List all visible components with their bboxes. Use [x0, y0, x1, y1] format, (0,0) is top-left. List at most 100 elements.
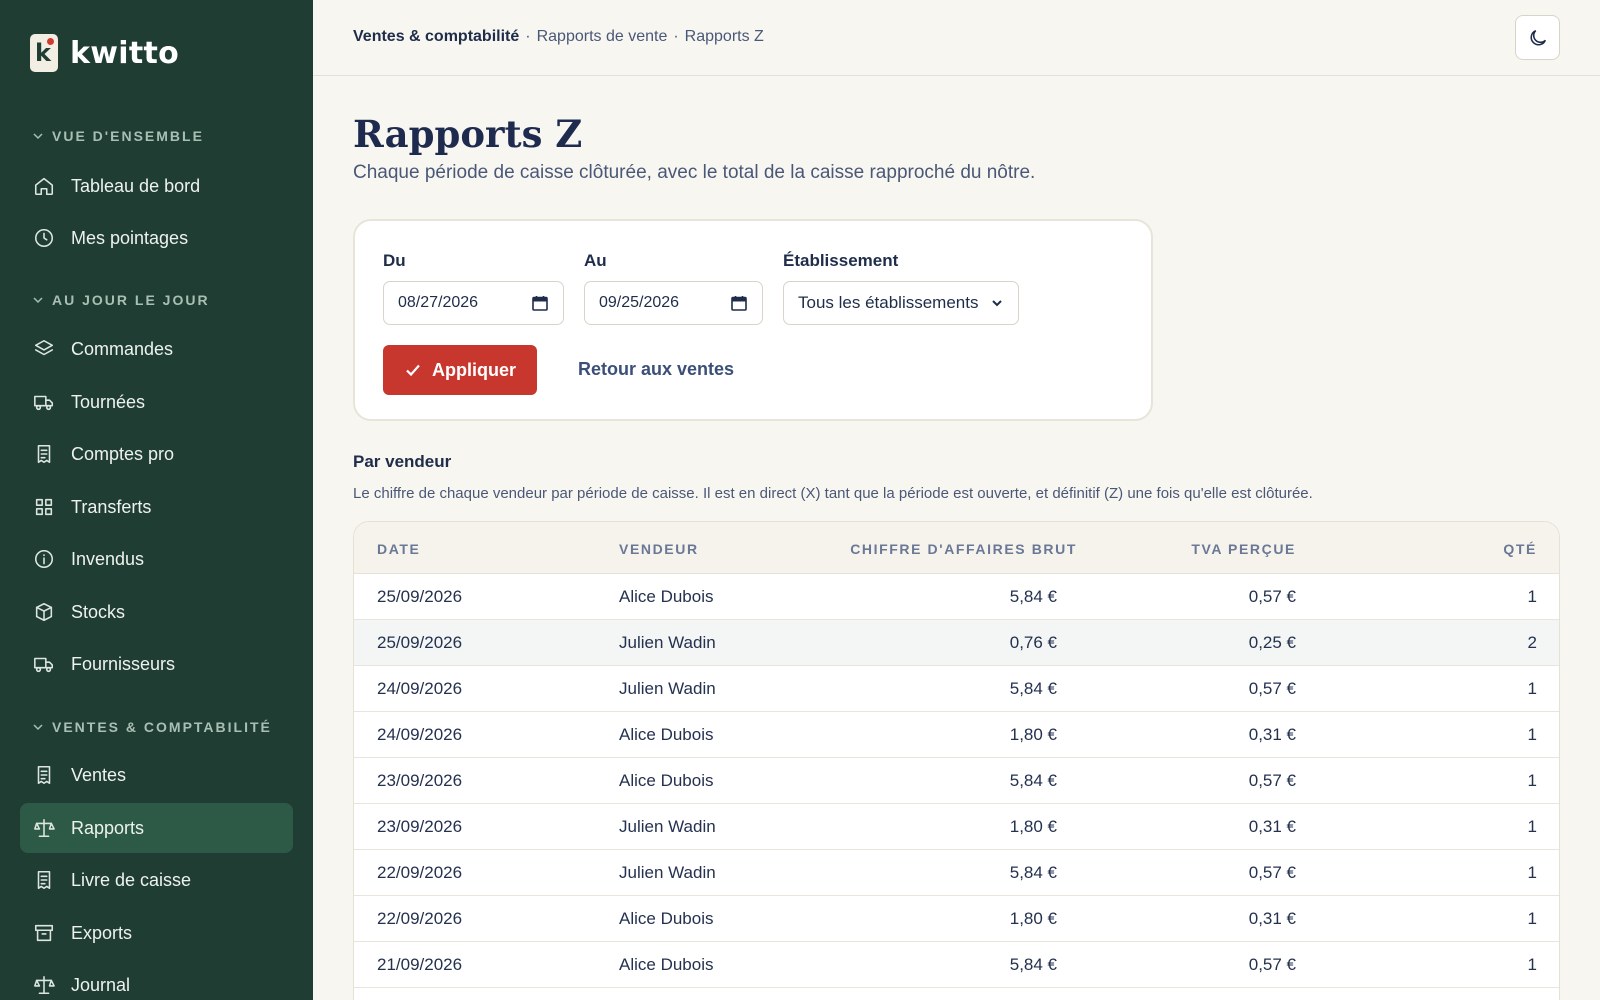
brand-logo[interactable]: k kwitto — [30, 34, 179, 72]
site-select[interactable]: Tous les établissements — [783, 281, 1019, 325]
cell-qty: 1 — [1527, 909, 1537, 928]
sidebar-item-label: Stocks — [71, 601, 126, 622]
cell-date: 23/09/2026 — [377, 771, 463, 790]
column-header-vat[interactable]: TVA PERÇUE — [1191, 541, 1296, 557]
chevron-down-icon — [33, 133, 43, 140]
cell-qty: 1 — [1527, 587, 1537, 606]
sidebar-item-invendus[interactable]: Invendus — [20, 534, 293, 584]
moon-icon — [1529, 29, 1546, 46]
cell-qty: 1 — [1527, 863, 1537, 882]
from-label: Du — [383, 251, 406, 270]
cell-date: 24/09/2026 — [377, 725, 463, 744]
cell-seller: Julien Wadin — [619, 817, 716, 836]
sidebar-item-tableau-de-bord[interactable]: Tableau de bord — [20, 161, 293, 211]
cell-vat: 0,25 € — [1248, 633, 1296, 652]
sidebar-item-transferts[interactable]: Transferts — [20, 482, 293, 532]
section-label: AU JOUR LE JOUR — [52, 292, 210, 308]
cell-seller: Alice Dubois — [619, 955, 714, 974]
sidebar-item-label: Comptes pro — [71, 443, 175, 464]
site-label: Établissement — [783, 251, 899, 270]
section-description: Le chiffre de chaque vendeur par période… — [353, 485, 1313, 502]
grid-icon — [35, 498, 53, 516]
table-header: DATE VENDEUR CHIFFRE D'AFFAIRES BRUT TVA… — [354, 522, 1559, 574]
sidebar-item-label: Commandes — [71, 338, 174, 359]
cell-gross: 5,84 € — [1009, 955, 1057, 974]
info-icon — [34, 549, 54, 569]
cell-seller: Julien Wadin — [619, 863, 716, 882]
sidebar-item-exports[interactable]: Exports — [20, 908, 293, 958]
back-to-sales-link[interactable]: Retour aux ventes — [578, 359, 734, 380]
column-header-date[interactable]: DATE — [377, 541, 420, 557]
chevron-down-icon — [33, 724, 43, 731]
home-icon — [34, 177, 54, 196]
sidebar-item-journal[interactable]: Journal — [20, 960, 293, 1000]
sidebar-item-label: Invendus — [71, 548, 145, 569]
section-au-jour-le-jour[interactable]: AU JOUR LE JOUR — [32, 292, 210, 308]
box-icon — [35, 602, 53, 622]
column-header-seller[interactable]: VENDEUR — [619, 541, 699, 557]
table-row[interactable]: 25/09/2026 Julien Wadin 0,76 € 0,25 € 2 — [354, 620, 1559, 666]
topbar: Ventes & comptabilité · Rapports de vent… — [313, 0, 1600, 76]
section-label: VUE D'ENSEMBLE — [52, 128, 204, 144]
sidebar-item-label: Fournisseurs — [71, 653, 176, 674]
cell-qty: 1 — [1527, 679, 1537, 698]
section-vue-ensemble[interactable]: VUE D'ENSEMBLE — [32, 128, 204, 144]
table-row[interactable]: 23/09/2026 Julien Wadin 1,80 € 0,31 € 1 — [354, 804, 1559, 850]
cell-seller: Alice Dubois — [619, 725, 714, 744]
breadcrumb-item[interactable]: Rapports de vente — [537, 28, 668, 46]
cell-vat: 0,57 € — [1248, 863, 1296, 882]
table-row[interactable]: 22/09/2026 Alice Dubois 1,80 € 0,31 € 1 — [354, 896, 1559, 942]
sidebar-item-label: Rapports — [71, 817, 145, 838]
sidebar-item-label: Livre de caisse — [71, 869, 192, 890]
sidebar-item-comptes-pro[interactable]: Comptes pro — [20, 429, 293, 479]
sidebar-item-mes-pointages[interactable]: Mes pointages — [20, 213, 293, 263]
sidebar-item-livre-de-caisse[interactable]: Livre de caisse — [20, 855, 293, 905]
breadcrumb-item-current: Rapports Z — [684, 28, 764, 45]
column-header-gross[interactable]: CHIFFRE D'AFFAIRES BRUT — [850, 541, 1077, 557]
sidebar-item-ventes[interactable]: Ventes — [20, 750, 293, 800]
cell-date: 24/09/2026 — [377, 679, 463, 698]
table-row[interactable]: 22/09/2026 Julien Wadin 5,84 € 0,57 € 1 — [354, 850, 1559, 896]
table-row[interactable]: 24/09/2026 Alice Dubois 1,80 € 0,31 € 1 — [354, 712, 1559, 758]
cell-gross: 5,84 € — [1009, 863, 1057, 882]
logo-mark-icon: k — [30, 34, 58, 72]
archive-icon — [34, 924, 54, 942]
breadcrumb-separator: · — [525, 28, 531, 45]
to-date-input[interactable]: 09/25/2026 — [584, 281, 763, 325]
cell-date: 23/09/2026 — [377, 817, 463, 836]
scale-icon — [34, 818, 55, 838]
sidebar-item-rapports[interactable]: Rapports — [20, 803, 293, 853]
sidebar-item-label: Mes pointages — [71, 227, 189, 248]
truck-icon — [34, 657, 54, 673]
from-date-input[interactable]: 08/27/2026 — [383, 281, 564, 325]
section-ventes-comptabilite[interactable]: VENTES & COMPTABILITÉ — [32, 719, 272, 735]
check-icon — [406, 364, 420, 377]
cell-date: 21/09/2026 — [377, 955, 463, 974]
brand-name: kwitto — [70, 35, 180, 71]
cell-gross: 5,84 € — [1009, 771, 1057, 790]
column-header-qty[interactable]: QTÉ — [1503, 541, 1537, 557]
table-row[interactable]: 21/09/2026 Alice Dubois 5,84 € 0,57 € 1 — [354, 942, 1559, 988]
sidebar-item-stocks[interactable]: Stocks — [20, 587, 293, 637]
breadcrumb-item[interactable]: Ventes & comptabilité — [353, 28, 519, 46]
truck-icon — [34, 395, 54, 411]
breadcrumb-separator: · — [673, 28, 679, 45]
calendar-icon[interactable] — [531, 294, 549, 312]
sidebar-item-commandes[interactable]: Commandes — [20, 324, 293, 374]
table-row[interactable]: 25/09/2026 Alice Dubois 5,84 € 0,57 € 1 — [354, 574, 1559, 620]
table-row[interactable]: 24/09/2026 Julien Wadin 5,84 € 0,57 € 1 — [354, 666, 1559, 712]
cell-gross: 5,84 € — [1009, 679, 1057, 698]
sidebar-item-tournees[interactable]: Tournées — [20, 377, 293, 427]
sidebar-item-fournisseurs[interactable]: Fournisseurs — [20, 639, 293, 689]
site-select-value: Tous les établissements — [798, 293, 979, 312]
cell-seller: Julien Wadin — [619, 679, 716, 698]
cell-gross: 1,80 € — [1009, 817, 1057, 836]
sidebar-item-label: Tableau de bord — [71, 175, 201, 196]
calendar-icon[interactable] — [730, 294, 748, 312]
theme-toggle-button[interactable] — [1515, 15, 1560, 60]
cell-gross: 1,80 € — [1009, 909, 1057, 928]
cell-vat: 0,31 € — [1248, 909, 1296, 928]
apply-button[interactable]: Appliquer — [383, 345, 537, 395]
to-date-value: 09/25/2026 — [599, 294, 680, 311]
table-row[interactable]: 23/09/2026 Alice Dubois 5,84 € 0,57 € 1 — [354, 758, 1559, 804]
